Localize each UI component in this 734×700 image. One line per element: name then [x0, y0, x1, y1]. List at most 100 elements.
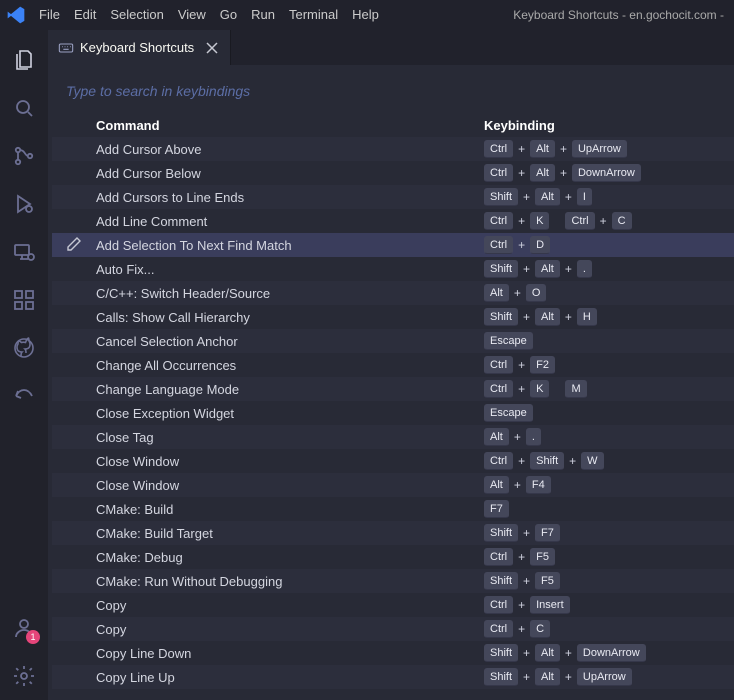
title-bar: FileEditSelectionViewGoRunTerminalHelp K…	[0, 0, 734, 30]
table-row[interactable]: Add Cursors to Line EndsShift+Alt+I	[52, 185, 734, 209]
run-debug-icon[interactable]	[0, 180, 48, 228]
command-label: Close Window	[96, 478, 482, 493]
key-cap: Ctrl	[484, 140, 513, 158]
tab-title: Keyboard Shortcuts	[80, 40, 194, 55]
key-cap: Shift	[484, 188, 518, 206]
tab-keyboard-shortcuts[interactable]: Keyboard Shortcuts	[48, 30, 231, 65]
accounts-badge: 1	[26, 630, 40, 644]
key-cap: Alt	[535, 188, 560, 206]
explorer-icon[interactable]	[0, 36, 48, 84]
search-input[interactable]	[66, 79, 720, 103]
keybinding-cell: Ctrl+Alt+UpArrow	[482, 140, 734, 158]
command-label: CMake: Debug	[96, 550, 482, 565]
menu-edit[interactable]: Edit	[67, 0, 103, 30]
table-row[interactable]: Close WindowCtrl+Shift+W	[52, 449, 734, 473]
key-cap: C	[530, 620, 550, 638]
command-label: Change All Occurrences	[96, 358, 482, 373]
table-row[interactable]: CMake: Build TargetShift+F7	[52, 521, 734, 545]
menu-selection[interactable]: Selection	[103, 0, 170, 30]
search-icon[interactable]	[0, 84, 48, 132]
extensions-icon[interactable]	[0, 276, 48, 324]
key-cap: Insert	[530, 596, 570, 614]
table-row[interactable]: Add Cursor BelowCtrl+Alt+DownArrow	[52, 161, 734, 185]
menu-bar: FileEditSelectionViewGoRunTerminalHelp	[32, 0, 386, 30]
keybinding-cell: Ctrl+F2	[482, 356, 734, 374]
command-label: C/C++: Switch Header/Source	[96, 286, 482, 301]
key-cap: H	[577, 308, 597, 326]
key-cap: .	[577, 260, 592, 278]
key-cap: Shift	[484, 572, 518, 590]
table-row[interactable]: Close WindowAlt+F4	[52, 473, 734, 497]
remote-explorer-icon[interactable]	[0, 228, 48, 276]
table-row[interactable]: Change All OccurrencesCtrl+F2	[52, 353, 734, 377]
key-cap: D	[530, 236, 550, 254]
source-control-icon[interactable]	[0, 132, 48, 180]
menu-help[interactable]: Help	[345, 0, 386, 30]
key-cap: F5	[530, 548, 555, 566]
table-row[interactable]: CMake: DebugCtrl+F5	[52, 545, 734, 569]
keyboard-shortcuts-editor: Command Keybinding Add Cursor AboveCtrl+…	[48, 65, 734, 700]
command-label: Add Cursor Above	[96, 142, 482, 157]
key-cap: C	[612, 212, 632, 230]
key-cap: F4	[526, 476, 551, 494]
menu-terminal[interactable]: Terminal	[282, 0, 345, 30]
command-label: Add Selection To Next Find Match	[96, 238, 482, 253]
menu-run[interactable]: Run	[244, 0, 282, 30]
command-label: Add Cursors to Line Ends	[96, 190, 482, 205]
key-cap: Ctrl	[484, 548, 513, 566]
github-icon[interactable]	[0, 324, 48, 372]
keybinding-cell: Ctrl+Alt+DownArrow	[482, 164, 734, 182]
live-share-icon[interactable]	[0, 372, 48, 420]
table-row[interactable]: Close Exception WidgetEscape	[52, 401, 734, 425]
keybinding-cell: Ctrl+D	[482, 236, 734, 254]
keybinding-cell: Shift+Alt+UpArrow	[482, 668, 734, 686]
keybinding-cell: Escape	[482, 404, 734, 422]
key-cap: F7	[484, 500, 509, 518]
table-row[interactable]: CMake: Run Without DebuggingShift+F5	[52, 569, 734, 593]
column-header-keybinding[interactable]: Keybinding	[482, 118, 734, 133]
column-header-command[interactable]: Command	[96, 118, 482, 133]
command-label: Close Window	[96, 454, 482, 469]
accounts-icon[interactable]: 1	[0, 604, 48, 652]
table-row[interactable]: CopyCtrl+C	[52, 617, 734, 641]
key-cap: Ctrl	[484, 596, 513, 614]
table-row[interactable]: Cancel Selection AnchorEscape	[52, 329, 734, 353]
key-cap: Shift	[484, 524, 518, 542]
table-row[interactable]: Copy Line UpShift+Alt+UpArrow	[52, 665, 734, 689]
table-row[interactable]: Add Selection To Next Find MatchCtrl+D	[52, 233, 734, 257]
table-row[interactable]: C/C++: Switch Header/SourceAlt+O	[52, 281, 734, 305]
close-icon[interactable]	[204, 40, 220, 56]
keybinding-cell: F7	[482, 500, 734, 518]
command-label: Add Line Comment	[96, 214, 482, 229]
key-cap: DownArrow	[577, 644, 646, 662]
table-row[interactable]: Add Cursor AboveCtrl+Alt+UpArrow	[52, 137, 734, 161]
keybinding-cell: Ctrl+KM	[482, 380, 734, 398]
menu-file[interactable]: File	[32, 0, 67, 30]
table-row[interactable]: CMake: BuildF7	[52, 497, 734, 521]
key-cap: Ctrl	[484, 452, 513, 470]
key-cap: Shift	[484, 668, 518, 686]
manage-gear-icon[interactable]	[0, 652, 48, 700]
table-row[interactable]: Auto Fix...Shift+Alt+.	[52, 257, 734, 281]
key-cap: I	[577, 188, 592, 206]
key-cap: Shift	[484, 260, 518, 278]
menu-view[interactable]: View	[171, 0, 213, 30]
command-label: Calls: Show Call Hierarchy	[96, 310, 482, 325]
key-cap: F2	[530, 356, 555, 374]
table-row[interactable]: Add Line CommentCtrl+KCtrl+C	[52, 209, 734, 233]
table-row[interactable]: CopyCtrl+Insert	[52, 593, 734, 617]
keybinding-cell: Shift+F5	[482, 572, 734, 590]
table-row[interactable]: Calls: Show Call HierarchyShift+Alt+H	[52, 305, 734, 329]
menu-go[interactable]: Go	[213, 0, 244, 30]
pencil-icon[interactable]	[66, 236, 82, 255]
command-label: CMake: Build Target	[96, 526, 482, 541]
table-row[interactable]: Copy Line DownShift+Alt+DownArrow	[52, 641, 734, 665]
table-row[interactable]: Change Language ModeCtrl+KM	[52, 377, 734, 401]
keybinding-cell: Ctrl+Shift+W	[482, 452, 734, 470]
command-label: Copy Line Down	[96, 646, 482, 661]
keyboard-icon	[58, 40, 74, 56]
key-cap: Ctrl	[484, 620, 513, 638]
key-cap: Ctrl	[484, 236, 513, 254]
command-label: Copy Line Up	[96, 670, 482, 685]
table-row[interactable]: Close TagAlt+.	[52, 425, 734, 449]
